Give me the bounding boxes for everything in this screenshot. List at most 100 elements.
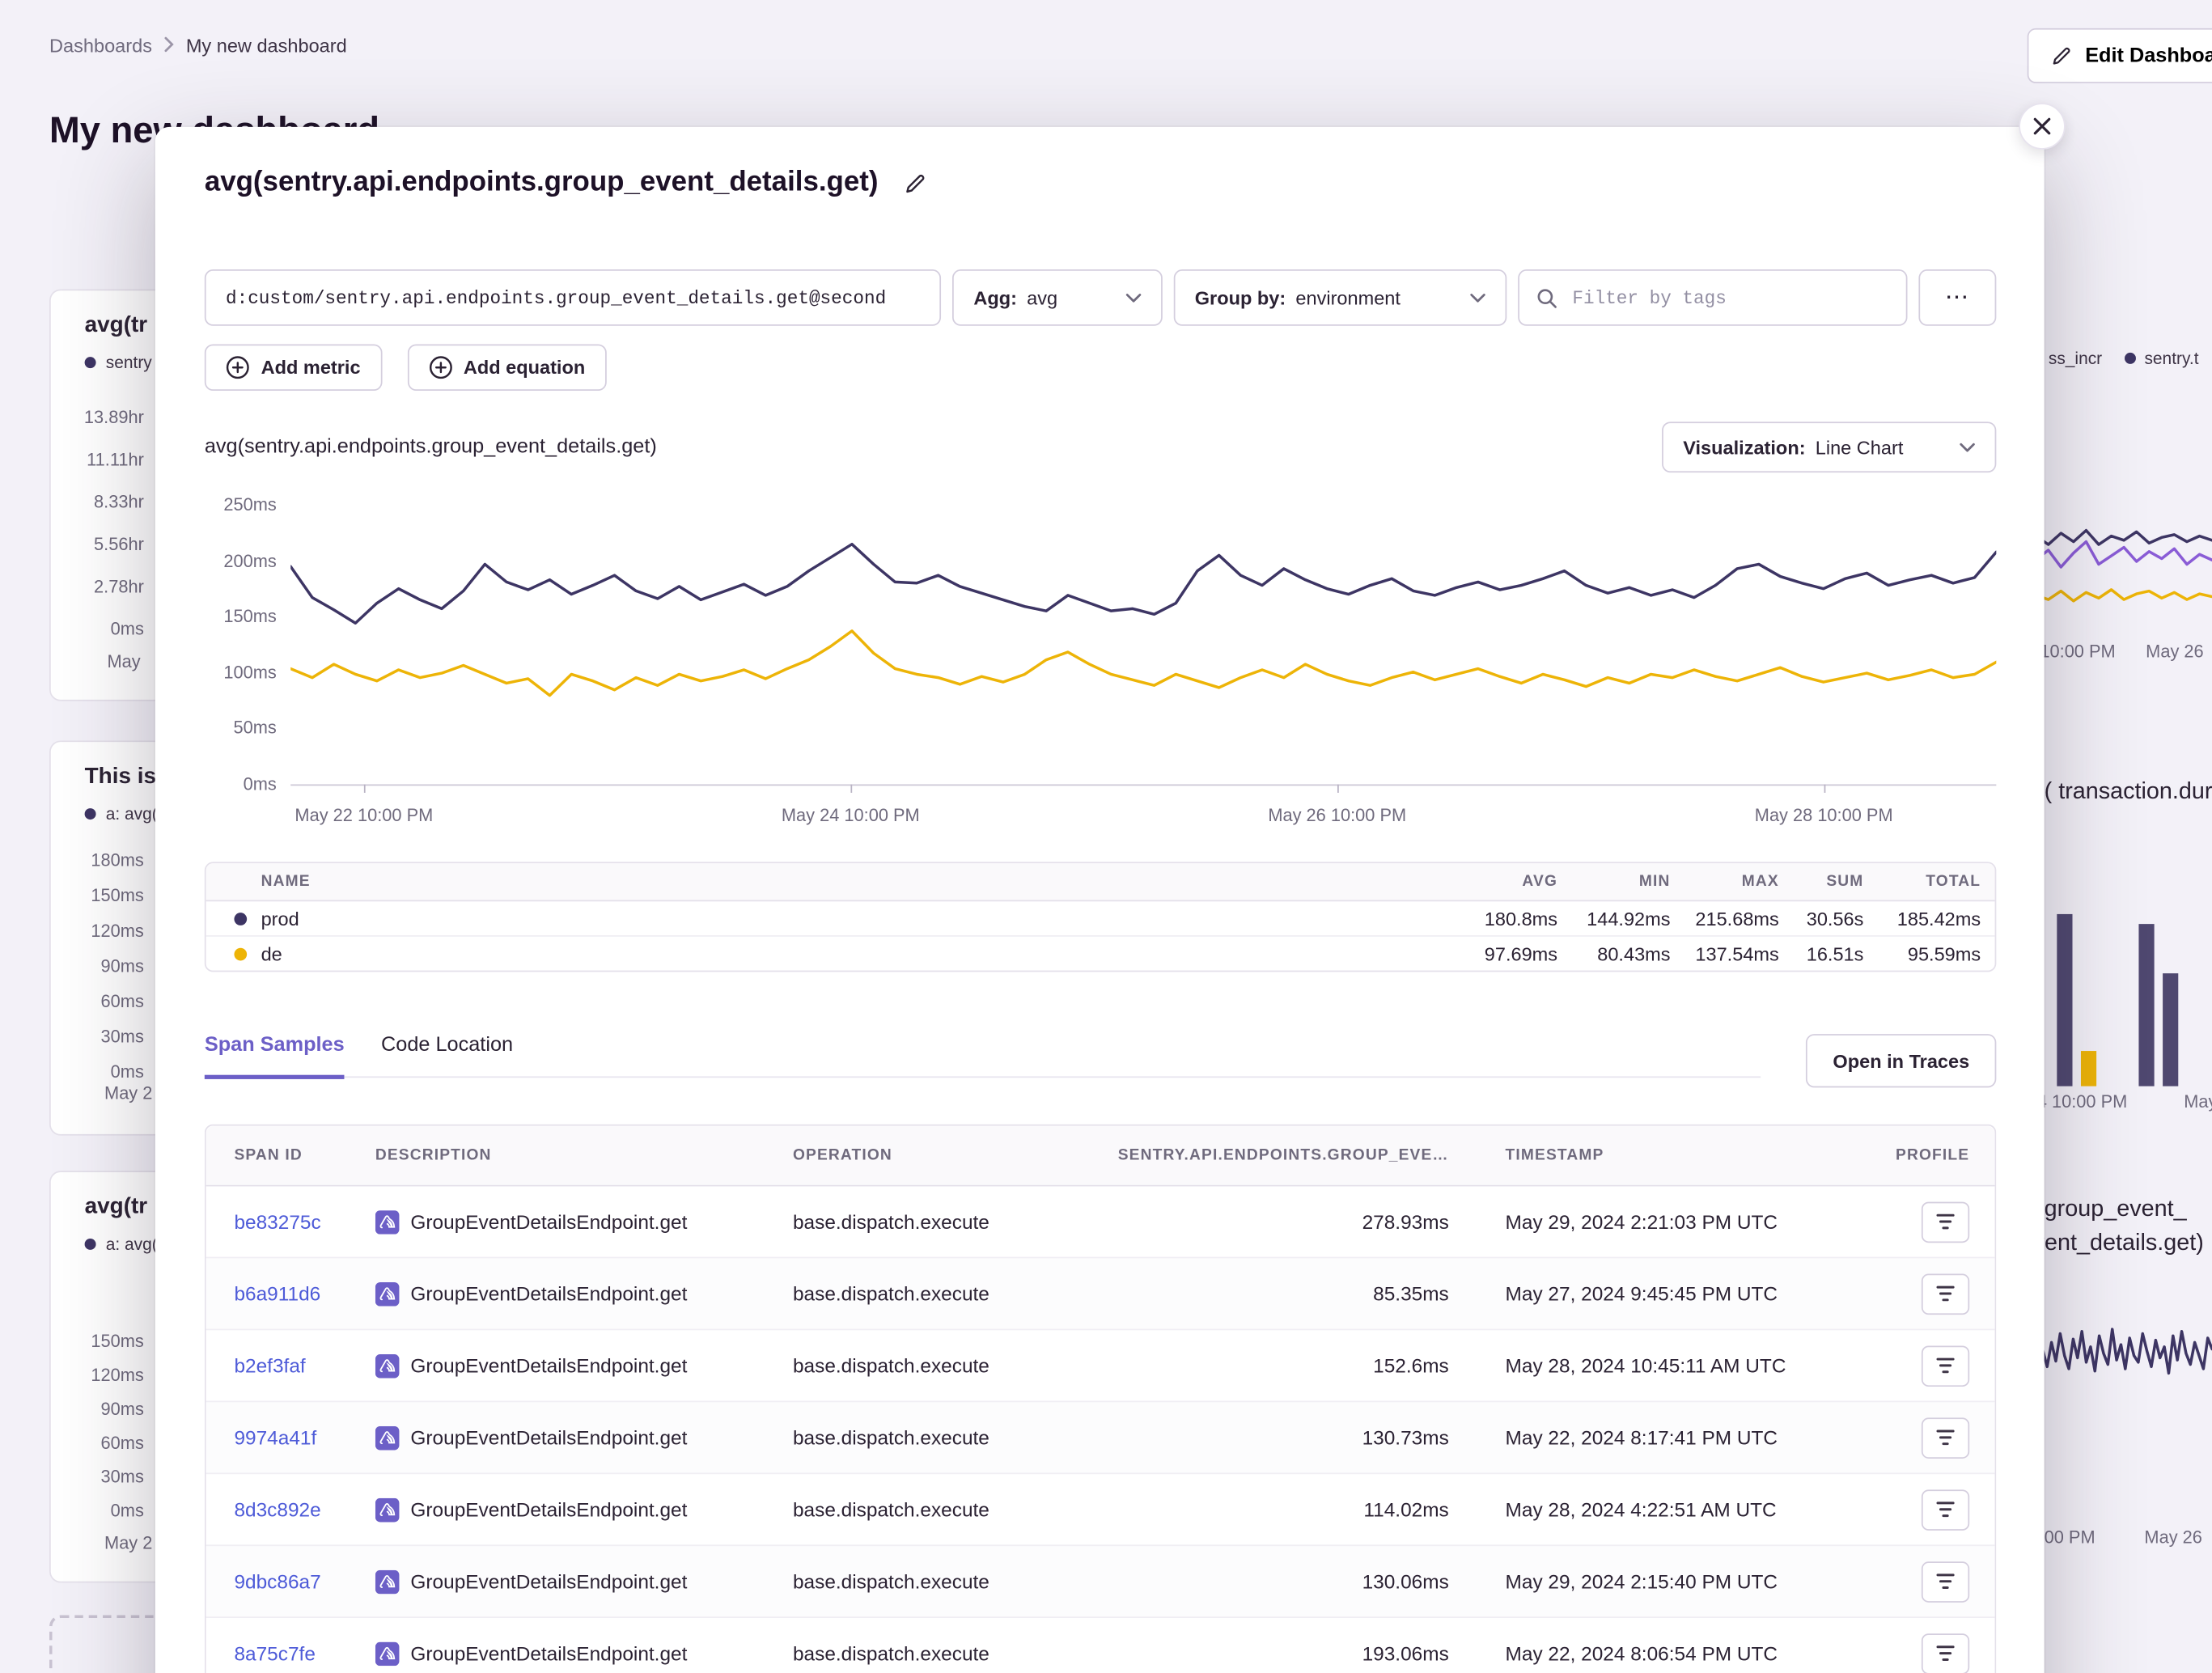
bar	[2138, 924, 2154, 1086]
filter-tags-input[interactable]	[1570, 286, 1889, 310]
y-axis-tick-label: 13.89hr	[68, 406, 144, 429]
bg-widget-2-yaxis: 180ms150ms120ms90ms60ms30ms0ms	[68, 849, 144, 1083]
span-id-link[interactable]: b6a911d6	[234, 1282, 320, 1305]
y-axis-tick-label: 150ms	[205, 608, 277, 627]
span-timestamp: May 29, 2024 2:21:03 PM UTC	[1449, 1210, 1891, 1233]
y-axis-tick-label: 5.56hr	[68, 533, 144, 556]
x-axis-tick-mark	[1824, 784, 1825, 792]
summary-row-prod[interactable]: prod180.8ms144.92ms215.68ms30.56s185.42m…	[206, 901, 1995, 935]
series-total: 185.42ms	[1863, 908, 1981, 929]
series-name: prod	[261, 908, 299, 929]
span-timestamp: May 22, 2024 8:17:41 PM UTC	[1449, 1426, 1891, 1449]
span-id-link[interactable]: 9974a41f	[234, 1426, 316, 1449]
open-in-traces-button[interactable]: Open in Traces	[1806, 1034, 1996, 1087]
add-equation-button[interactable]: Add equation	[407, 344, 606, 391]
chart-plot-area[interactable]	[290, 506, 1996, 786]
bg-right-top-xtick2: May 26	[2146, 642, 2203, 661]
span-description: GroupEventDetailsEndpoint.get	[410, 1570, 687, 1593]
visualization-select[interactable]: Visualization: Line Chart	[1662, 421, 1996, 472]
x-axis-tick-mark	[1337, 784, 1339, 792]
profile-button[interactable]	[1922, 1273, 1969, 1315]
span-id-link[interactable]: 8d3c892e	[234, 1498, 320, 1521]
span-operation: base.dispatch.execute	[793, 1642, 1099, 1665]
bg-widget-3-legend: a: avg(	[85, 1235, 158, 1254]
profile-button[interactable]	[1922, 1633, 1969, 1673]
overflow-menu-button[interactable]: ⋯	[1919, 269, 1997, 326]
chart-title: avg(sentry.api.endpoints.group_event_det…	[205, 436, 657, 459]
profile-button[interactable]	[1922, 1561, 1969, 1602]
span-id-link[interactable]: b2ef3faf	[234, 1354, 305, 1377]
profile-button[interactable]	[1922, 1417, 1969, 1459]
bg-right-mid-xtick2: May	[2184, 1092, 2212, 1112]
span-description: GroupEventDetailsEndpoint.get	[410, 1426, 687, 1449]
series-color-dot	[234, 912, 247, 925]
bar	[2163, 973, 2178, 1086]
agg-select[interactable]: Agg: avg	[952, 269, 1162, 326]
y-axis-tick-label: 0ms	[68, 618, 144, 641]
chevron-down-icon	[1469, 293, 1485, 303]
tab-code-location[interactable]: Code Location	[381, 1034, 513, 1076]
bg-widget-2-xtick: May 2	[104, 1083, 152, 1103]
close-icon	[2033, 117, 2052, 136]
sentry-project-icon	[375, 1281, 400, 1306]
span-metric-value: 152.6ms	[1099, 1354, 1448, 1377]
span-sample-row: 8a75c7feGroupEventDetailsEndpoint.getbas…	[206, 1616, 1995, 1673]
series-total: 95.59ms	[1863, 943, 1981, 964]
x-axis-tick-label: May 22 10:00 PM	[295, 806, 433, 825]
bg-widget-3-title: avg(tr	[85, 1195, 148, 1220]
y-axis-tick-label: 30ms	[68, 1026, 144, 1048]
span-id-link[interactable]: 8a75c7fe	[234, 1642, 315, 1665]
x-axis-tick-label: May 26 10:00 PM	[1268, 806, 1406, 825]
line-series-svg	[290, 506, 1996, 785]
y-axis-tick-label: 60ms	[68, 990, 144, 1013]
y-axis-tick-label: 180ms	[68, 849, 144, 872]
bg-widget-1-yaxis: 13.89hr11.11hr8.33hr5.56hr2.78hr0ms	[68, 406, 144, 640]
span-metric-value: 130.06ms	[1099, 1570, 1448, 1593]
y-axis-tick-label: 30ms	[68, 1466, 144, 1489]
span-id-link[interactable]: be83275c	[234, 1210, 320, 1233]
col-header-operation: OPERATION	[793, 1147, 1099, 1164]
add-metric-button[interactable]: Add metric	[205, 344, 382, 391]
y-axis-tick-label: 90ms	[68, 955, 144, 977]
span-id-link[interactable]: 9dbc86a7	[234, 1570, 320, 1593]
series-sum: 30.56s	[1779, 908, 1864, 929]
sentry-project-icon	[375, 1569, 400, 1594]
col-header-sum: SUM	[1779, 873, 1864, 890]
breadcrumb-dashboards-link[interactable]: Dashboards	[49, 36, 152, 57]
metric-line-chart: 250ms200ms150ms100ms50ms0ms	[205, 506, 1996, 794]
span-operation: base.dispatch.execute	[793, 1282, 1099, 1305]
pencil-icon	[2051, 45, 2072, 66]
y-axis-tick-label: 120ms	[68, 920, 144, 942]
series-min: 144.92ms	[1557, 908, 1670, 929]
col-header-min: MIN	[1557, 873, 1670, 890]
span-sample-row: b2ef3fafGroupEventDetailsEndpoint.getbas…	[206, 1329, 1995, 1401]
bg-widget-3-xtick: May 2	[104, 1533, 152, 1552]
chevron-down-icon	[1125, 293, 1141, 303]
tabs-bar: Span Samples Code Location	[205, 1034, 1761, 1078]
close-button[interactable]	[2019, 103, 2066, 150]
col-header-name: NAME	[234, 873, 1388, 890]
series-max: 137.54ms	[1671, 943, 1779, 964]
col-header-total: TOTAL	[1863, 873, 1981, 890]
pencil-icon	[904, 172, 926, 194]
breadcrumb-current: My new dashboard	[186, 36, 347, 57]
summary-row-de[interactable]: de97.69ms80.43ms137.54ms16.51s95.59ms	[206, 935, 1995, 971]
profile-button[interactable]	[1922, 1345, 1969, 1387]
legend-dot	[85, 357, 96, 368]
span-timestamp: May 28, 2024 10:45:11 AM UTC	[1449, 1354, 1891, 1377]
span-sample-row: be83275cGroupEventDetailsEndpoint.getbas…	[206, 1186, 1995, 1256]
y-axis-tick-label: 0ms	[68, 1061, 144, 1083]
metric-query-input[interactable]	[205, 269, 941, 326]
samples-table-header: SPAN ID DESCRIPTION OPERATION SENTRY.API…	[206, 1125, 1995, 1186]
edit-dashboard-button[interactable]: Edit Dashboard	[2028, 28, 2212, 83]
groupby-select[interactable]: Group by: environment	[1174, 269, 1506, 326]
profile-button[interactable]	[1922, 1201, 1969, 1243]
y-axis-tick-label: 50ms	[205, 720, 277, 739]
series-avg: 180.8ms	[1388, 908, 1557, 929]
tab-span-samples[interactable]: Span Samples	[205, 1034, 345, 1079]
profile-button[interactable]	[1922, 1489, 1969, 1530]
legend-dot	[85, 808, 96, 820]
y-axis-tick-label: 11.11hr	[68, 448, 144, 471]
y-axis-tick-label: 0ms	[205, 776, 277, 794]
edit-title-button[interactable]	[900, 168, 929, 197]
